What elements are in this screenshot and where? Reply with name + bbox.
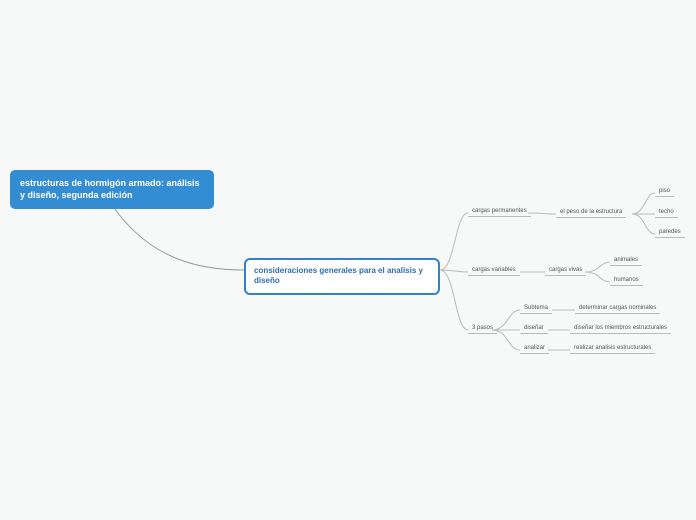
node-peso-estructura[interactable]: el peso de la estructura [556, 208, 626, 218]
node-humanos[interactable]: humanos [610, 276, 643, 286]
node-techo[interactable]: techo [655, 208, 678, 218]
node-animales[interactable]: animales [610, 256, 642, 266]
node-disenar-miembros[interactable]: diseñar los miembros estructurales [570, 324, 671, 334]
node-disenar[interactable]: diseñar [520, 324, 548, 334]
node-subtema[interactable]: Subtema [520, 304, 552, 314]
node-determinar-cargas[interactable]: determinar cargas nominales [575, 304, 660, 314]
sub-root-node[interactable]: consideraciones generales para el analis… [244, 258, 440, 295]
node-paredes[interactable]: paredes [655, 228, 685, 238]
branch-cargas-variables[interactable]: cargas variables [468, 266, 520, 276]
node-piso[interactable]: piso [655, 187, 674, 197]
node-realizar-analisis[interactable]: realizar analisis estructurales [570, 344, 655, 354]
root-title: estructuras de hormigón armado: análisis… [20, 178, 200, 200]
sub-root-title: consideraciones generales para el analis… [254, 266, 423, 285]
branch-3-pasos[interactable]: 3 pasos [468, 324, 497, 334]
root-node[interactable]: estructuras de hormigón armado: análisis… [10, 170, 214, 209]
node-cargas-vivas[interactable]: cargas vivas [545, 266, 586, 276]
node-analizar[interactable]: analizar [520, 344, 549, 354]
branch-cargas-permanentes[interactable]: cargas permanentes [468, 207, 531, 217]
